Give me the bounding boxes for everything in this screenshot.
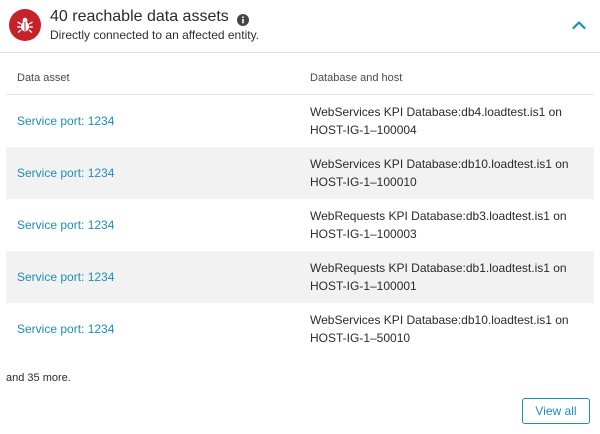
database-host-cell: WebServices KPI Database:db4.loadtest.is… (310, 95, 580, 147)
table-row: Service port: 1234 WebServices KPI Datab… (6, 147, 594, 199)
chevron-up-icon[interactable] (568, 14, 590, 36)
panel-header: 40 reachable data assets Directly connec… (0, 0, 600, 53)
database-host-cell: WebServices KPI Database:db10.loadtest.i… (310, 147, 580, 199)
table-row: Service port: 1234 WebServices KPI Datab… (6, 95, 594, 147)
panel-title-row: 40 reachable data assets (50, 6, 249, 28)
database-host-cell: WebServices KPI Database:db10.loadtest.i… (310, 303, 580, 355)
service-port-link[interactable]: Service port: 1234 (17, 95, 114, 147)
page-title: 40 reachable data assets (50, 8, 229, 25)
service-port-link[interactable]: Service port: 1234 (17, 147, 114, 199)
data-assets-table: Service port: 1234 WebServices KPI Datab… (6, 95, 594, 355)
database-line: WebRequests KPI Database:db3.loadtest.is… (310, 209, 567, 223)
host-line: HOST-IG-1–100003 (310, 227, 417, 241)
bug-icon (9, 9, 41, 41)
table-row: Service port: 1234 WebRequests KPI Datab… (6, 199, 594, 251)
database-host-cell: WebRequests KPI Database:db3.loadtest.is… (310, 199, 580, 251)
service-port-link[interactable]: Service port: 1234 (17, 251, 114, 303)
info-icon[interactable] (236, 11, 249, 26)
table-row: Service port: 1234 WebRequests KPI Datab… (6, 251, 594, 303)
database-line: WebServices KPI Database:db4.loadtest.is… (310, 105, 562, 119)
host-line: HOST-IG-1–50010 (310, 331, 411, 345)
service-port-link[interactable]: Service port: 1234 (17, 199, 114, 251)
more-count-text: and 35 more. (6, 372, 71, 384)
service-port-link[interactable]: Service port: 1234 (17, 303, 114, 355)
reachable-data-assets-panel: 40 reachable data assets Directly connec… (0, 0, 600, 434)
column-header-data-asset: Data asset (17, 72, 70, 84)
database-host-cell: WebRequests KPI Database:db1.loadtest.is… (310, 251, 580, 303)
view-all-button[interactable]: View all (522, 398, 590, 424)
host-line: HOST-IG-1–100010 (310, 175, 417, 189)
database-line: WebRequests KPI Database:db1.loadtest.is… (310, 261, 567, 275)
host-line: HOST-IG-1–100001 (310, 279, 417, 293)
database-line: WebServices KPI Database:db10.loadtest.i… (310, 157, 569, 171)
host-line: HOST-IG-1–100004 (310, 123, 417, 137)
database-line: WebServices KPI Database:db10.loadtest.i… (310, 313, 569, 327)
panel-subtitle: Directly connected to an affected entity… (50, 28, 260, 42)
table-row: Service port: 1234 WebServices KPI Datab… (6, 303, 594, 355)
column-header-database-host: Database and host (310, 72, 403, 84)
